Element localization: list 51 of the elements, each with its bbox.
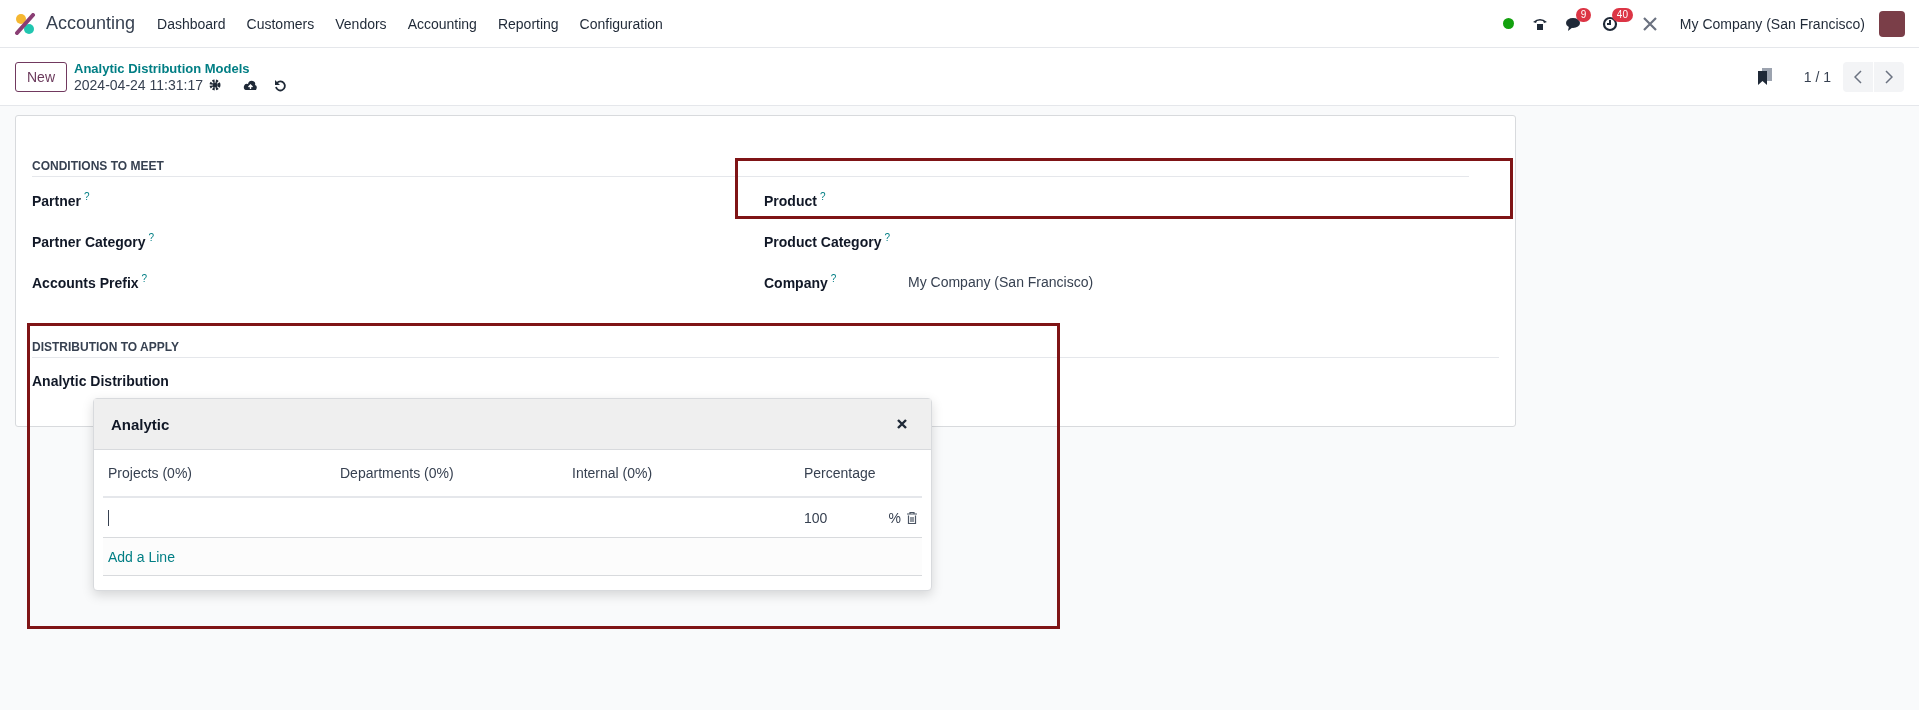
trash-icon[interactable] (907, 511, 917, 524)
field-label: Partner Category (32, 233, 146, 250)
field-label: Company (764, 274, 828, 291)
menu-item[interactable]: Vendors (335, 15, 387, 32)
section-heading: CONDITIONS TO MEET (32, 159, 1469, 177)
pager-value[interactable]: 1 / 1 (1803, 68, 1831, 85)
field-label: Product (764, 192, 817, 209)
help-tooltip[interactable]: ? (148, 231, 155, 243)
popup-title: Analytic (111, 415, 170, 433)
chevron-left-icon (1854, 69, 1862, 84)
new-button[interactable]: New (15, 61, 67, 92)
column-header: Internal (0%) (572, 465, 654, 481)
menu-item[interactable]: Accounting (407, 15, 477, 32)
message-count-badge: 9 (1575, 7, 1592, 22)
section-heading: DISTRIBUTION TO APPLY (32, 340, 1499, 358)
menu-item[interactable]: Reporting (497, 15, 559, 32)
help-tooltip[interactable]: ? (884, 231, 891, 243)
field-label: Partner (32, 192, 82, 209)
menu-item[interactable]: Configuration (579, 15, 663, 32)
column-header: Percentage (804, 465, 877, 481)
breadcrumb-link[interactable]: Analytic Distribution Models (74, 59, 287, 77)
activity-count-badge: 40 (1611, 7, 1633, 22)
help-tooltip[interactable]: ? (84, 190, 90, 202)
field-label: Product Category (764, 233, 882, 250)
online-status-icon (1502, 18, 1514, 29)
help-tooltip[interactable]: ? (141, 272, 148, 284)
company-switcher[interactable]: My Company (San Francisco) (1679, 15, 1865, 32)
add-line-link[interactable]: Add a Line (108, 548, 175, 565)
app-logo-icon[interactable] (14, 12, 36, 35)
field-label: Analytic Distribution (32, 372, 169, 389)
help-tooltip[interactable]: ? (830, 272, 837, 284)
field-value[interactable]: My Company (San Francisco) (908, 273, 1094, 290)
help-tooltip[interactable]: ? (819, 190, 826, 202)
close-icon[interactable] (897, 419, 907, 429)
app-name[interactable]: Accounting (46, 13, 136, 34)
field-label: Accounts Prefix (32, 274, 139, 291)
menu-item[interactable]: Customers (246, 15, 315, 32)
clock-icon[interactable] (1601, 15, 1618, 32)
menu-item[interactable]: Dashboard (157, 15, 226, 32)
cloud-upload-icon[interactable] (243, 79, 258, 91)
undo-icon[interactable] (274, 78, 287, 92)
bookmark-icon[interactable] (1757, 68, 1772, 85)
chevron-right-icon (1885, 69, 1893, 84)
column-header: Projects (0%) (108, 465, 194, 481)
text-cursor (108, 509, 109, 526)
user-avatar[interactable] (1879, 10, 1905, 37)
column-header: Departments (0%) (340, 465, 455, 481)
percentage-value[interactable]: 100 (804, 509, 889, 526)
settings-icon[interactable] (209, 79, 221, 91)
record-name: 2024-04-24 11:31:17 (74, 76, 203, 94)
percent-sign: % (888, 509, 901, 526)
